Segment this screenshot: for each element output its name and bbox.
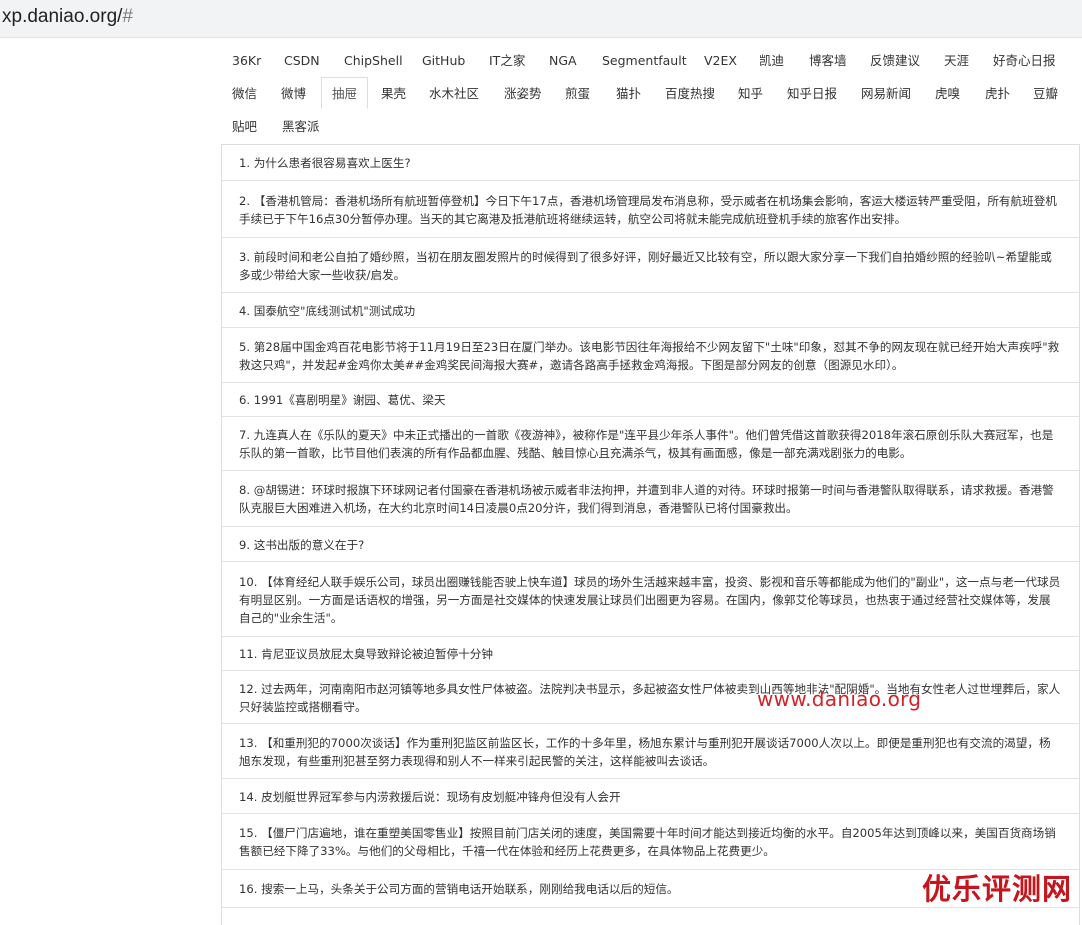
tab-row1-2[interactable]: CSDN [274,44,330,76]
tab-row1-7[interactable]: Segmentfault [592,44,697,76]
tab-row2-14[interactable]: 虎扑 [975,77,1020,109]
news-item[interactable]: 14. 皮划艇世界冠军参与内涝救援后说：现场有皮划艇冲锋舟但没有人会开 [222,779,1079,814]
news-item[interactable]: 8. @胡锡进：环球时报旗下环球网记者付国豪在香港机场被示威者非法拘押，并遭到非… [222,471,1079,527]
tab-row1-8[interactable]: V2EX [694,44,747,76]
news-item[interactable]: 5. 第28届中国金鸡百花电影节将于11月19日至23日在厦门举办。该电影节因往… [222,328,1079,383]
news-item-text: 3. 前段时间和老公自拍了婚纱照，当初在朋友圈发照片的时候得到了很多好评，刚好最… [239,250,1052,282]
news-item[interactable]: 6. 1991《喜剧明星》谢园、葛优、梁天 [222,383,1079,417]
news-item[interactable]: 10. 【体育经纪人联手娱乐公司，球员出圈赚钱能否驶上快车道】球员的场外生活越来… [222,562,1079,637]
news-list: 1. 为什么患者很容易喜欢上医生? 2. 【香港机管局：香港机场所有航班暂停登机】… [221,144,1080,925]
news-item[interactable]: 2. 【香港机管局：香港机场所有航班暂停登机】今日下午17点，香港机场管理局发布… [222,181,1079,238]
news-item[interactable]: 15. 【僵尸门店遍地，谁在重塑美国零售业】按照目前门店关闭的速度，美国需要十年… [222,814,1079,870]
tab-row2-1[interactable]: 微信 [222,77,267,109]
tab-row3-2[interactable]: 黑客派 [272,110,330,142]
tab-row2-8[interactable]: 猫扑 [606,77,651,109]
news-item-text: 4. 国泰航空"底线测试机"测试成功 [239,304,416,318]
tab-row2-13[interactable]: 虎嗅 [925,77,970,109]
news-item-text: 6. 1991《喜剧明星》谢园、葛优、梁天 [239,393,446,407]
watermark-logo: 优乐评测网 [922,872,1073,906]
tab-row2-2[interactable]: 微博 [271,77,316,109]
tab-row1-10[interactable]: 博客墙 [799,44,857,76]
tab-row1-12[interactable]: 天涯 [934,44,979,76]
tab-row1-1[interactable]: 36Kr [222,44,271,76]
tab-row2-12[interactable]: 网易新闻 [851,77,921,109]
news-item-text: 5. 第28届中国金鸡百花电影节将于11月19日至23日在厦门举办。该电影节因往… [239,340,1060,372]
tab-row1-3[interactable]: ChipShell [334,44,413,76]
news-item-text: 10. 【体育经纪人联手娱乐公司，球员出圈赚钱能否驶上快车道】球员的场外生活越来… [239,575,1061,625]
news-item-text: 1. 为什么患者很容易喜欢上医生? [239,156,411,170]
news-item[interactable]: 1. 为什么患者很容易喜欢上医生? [222,145,1079,181]
url-hash: # [122,6,133,27]
news-item-text: 11. 肯尼亚议员放屁太臭导致辩论被迫暂停十分钟 [239,647,493,661]
news-item[interactable]: 13. 【和重刑犯的7000次谈话】作为重刑犯监区前监区长，工作的十多年里，杨旭… [222,724,1079,779]
news-item[interactable]: 7. 九连真人在《乐队的夏天》中未正式播出的一首歌《夜游神》，被称作是"连平县少… [222,417,1079,471]
tab-row1-4[interactable]: GitHub [412,44,475,76]
url-host: xp.daniao.org/ [2,6,123,27]
news-item-text: 2. 【香港机管局：香港机场所有航班暂停登机】今日下午17点，香港机场管理局发布… [239,194,1057,226]
news-item-text: 9. 这书出版的意义在于? [239,538,365,552]
tab-row2-3[interactable]: 抽屉 [321,77,369,109]
tab-row2-4[interactable]: 果壳 [371,77,416,109]
address-bar[interactable]: xp.daniao.org/# [0,0,1082,38]
tab-row2-9[interactable]: 百度热搜 [655,77,725,109]
tab-row2-11[interactable]: 知乎日报 [777,77,847,109]
watermark-site: www.daniao.org [757,687,922,711]
news-item[interactable]: 3. 前段时间和老公自拍了婚纱照，当初在朋友圈发照片的时候得到了很多好评，刚好最… [222,238,1079,293]
tab-row2-5[interactable]: 水木社区 [419,77,489,109]
tab-row1-13[interactable]: 好奇心日报 [983,44,1066,76]
news-item[interactable]: 12. 过去两年，河南南阳市赵河镇等地多具女性尸体被盗。法院判决书显示，多起被盗… [222,671,1079,724]
news-item-text: 8. @胡锡进：环球时报旗下环球网记者付国豪在香港机场被示威者非法拘押，并遭到非… [239,483,1054,515]
url-text[interactable]: xp.daniao.org/# [2,6,133,28]
tab-row2-10[interactable]: 知乎 [728,77,773,109]
news-item[interactable]: 9. 这书出版的意义在于? [222,527,1079,562]
news-item-text: 7. 九连真人在《乐队的夏天》中未正式播出的一首歌《夜游神》，被称作是"连平县少… [239,428,1054,460]
news-item-text: 15. 【僵尸门店遍地，谁在重塑美国零售业】按照目前门店关闭的速度，美国需要十年… [239,826,1056,858]
tab-row2-7[interactable]: 煎蛋 [555,77,600,109]
tab-row1-11[interactable]: 反馈建议 [860,44,930,76]
news-item[interactable]: 4. 国泰航空"底线测试机"测试成功 [222,293,1079,328]
news-item-text: 12. 过去两年，河南南阳市赵河镇等地多具女性尸体被盗。法院判决书显示，多起被盗… [239,682,1061,714]
tab-row1-5[interactable]: IT之家 [479,44,535,76]
tab-row2-15[interactable]: 豆瓣 [1023,77,1068,109]
tab-row3-1[interactable]: 贴吧 [222,110,267,142]
tab-row1-9[interactable]: 凯迪 [749,44,794,76]
news-item-text: 14. 皮划艇世界冠军参与内涝救援后说：现场有皮划艇冲锋舟但没有人会开 [239,790,621,804]
tab-row1-6[interactable]: NGA [539,44,587,76]
news-item-text: 13. 【和重刑犯的7000次谈话】作为重刑犯监区前监区长，工作的十多年里，杨旭… [239,736,1051,768]
tab-row2-6[interactable]: 涨姿势 [494,77,552,109]
news-item[interactable]: 11. 肯尼亚议员放屁太臭导致辩论被迫暂停十分钟 [222,637,1079,671]
